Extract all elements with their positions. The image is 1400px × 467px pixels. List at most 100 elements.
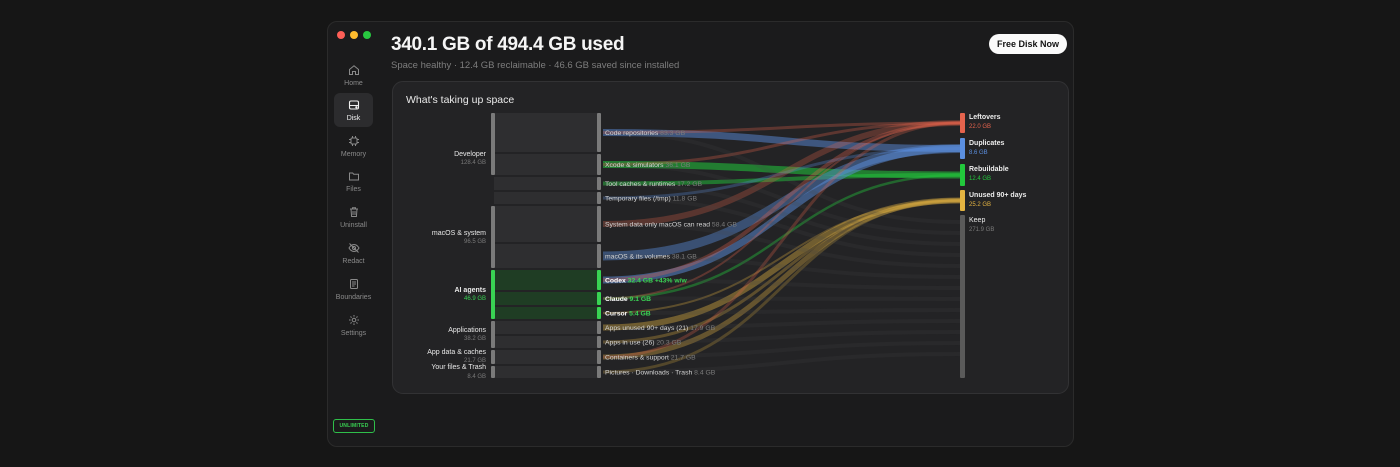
- sidebar-item-label: Boundaries: [335, 294, 372, 301]
- eye-off-icon: [347, 241, 361, 255]
- sidebar-item-memory[interactable]: Memory: [334, 129, 373, 163]
- detail-codex-label: Codex 32.4 GB +43% w/w: [605, 277, 688, 284]
- detail-tool-caches-runtimes-label: Tool caches & runtimes 17.2 GB: [605, 181, 703, 188]
- sankey-band: [494, 192, 599, 204]
- sidebar-item-home[interactable]: Home: [334, 58, 373, 92]
- outcome-keep-label: Keep: [969, 217, 985, 224]
- sankey-band: [494, 350, 599, 364]
- detail-node-bar: [597, 154, 601, 175]
- source-developer-size: 128.4 GB: [461, 160, 486, 166]
- outcome-node-bar: [960, 215, 965, 378]
- sankey-band: [494, 307, 599, 319]
- detail-node-bar: [597, 366, 601, 378]
- outcome-leftovers-size: 22.0 GB: [969, 124, 991, 130]
- outcome-rebuildable-label: Rebuildable: [969, 166, 1009, 173]
- gear-icon: [347, 313, 361, 327]
- outcome-leftovers-label: Leftovers: [969, 114, 1001, 121]
- trash-icon: [347, 205, 361, 219]
- sankey-band: [494, 113, 599, 152]
- sidebar-item-settings[interactable]: Settings: [334, 308, 373, 342]
- detail-node-bar: [597, 270, 601, 290]
- space-breakdown-panel: What's taking up space Developer 128.4 GB…: [392, 81, 1069, 394]
- outcome-node-bar: [960, 190, 965, 211]
- sidebar-item-label: Memory: [340, 151, 367, 158]
- source-node-bar: [491, 366, 495, 378]
- detail-code-repositories-label: Code repositories 83.3 GB: [605, 130, 686, 137]
- detail-xcode-simulators-label: Xcode & simulators 36.1 GB: [605, 162, 691, 169]
- detail-node-bar: [597, 321, 601, 334]
- outcome-duplicates-label: Duplicates: [969, 140, 1005, 147]
- sankey-band: [494, 206, 599, 242]
- detail-temporary-files-tmp-label: Temporary files (/tmp) 11.8 GB: [605, 195, 698, 202]
- source-node-bar: [491, 113, 495, 175]
- source-node-bar: [491, 206, 495, 268]
- sankey-flow: [602, 308, 961, 315]
- outcome-node-bar: [960, 113, 965, 133]
- sidebar: Home Disk Memory Files Uninstall Redact …: [328, 22, 378, 446]
- sankey-band: [494, 270, 599, 290]
- outcome-node-bar: [960, 164, 965, 186]
- sankey-band: [494, 244, 599, 268]
- sidebar-item-label: Uninstall: [340, 222, 367, 229]
- sankey-band: [494, 154, 599, 175]
- outcome-node-bar: [960, 138, 965, 159]
- memory-icon: [347, 134, 361, 148]
- outcome-rebuildable-size: 12.4 GB: [969, 176, 991, 182]
- sidebar-item-label: Home: [344, 80, 363, 87]
- detail-node-bar: [597, 244, 601, 268]
- source-macos-system-label: macOS & system: [432, 230, 486, 237]
- folder-icon: [347, 169, 361, 183]
- source-node-bar: [491, 270, 495, 319]
- source-ai-agents-label: AI agents: [454, 287, 486, 294]
- sidebar-item-disk[interactable]: Disk: [334, 93, 373, 127]
- detail-cursor-label: Cursor 5.4 GB: [605, 310, 651, 317]
- source-applications-size: 38.2 GB: [464, 336, 486, 342]
- source-node-bar: [491, 350, 495, 364]
- sidebar-item-boundaries[interactable]: Boundaries: [334, 272, 373, 306]
- app-window: Home Disk Memory Files Uninstall Redact …: [327, 21, 1074, 447]
- source-ai-agents-size: 46.9 GB: [464, 296, 486, 302]
- sidebar-item-label: Redact: [342, 258, 365, 265]
- detail-node-bar: [597, 206, 601, 242]
- detail-node-bar: [597, 307, 601, 319]
- sidebar-item-redact[interactable]: Redact: [334, 236, 373, 270]
- outcome-unused-90-days-size: 25.2 GB: [969, 202, 991, 208]
- sidebar-item-label: Disk: [346, 115, 361, 122]
- detail-apps-unused-90-days-21-label: Apps unused 90+ days (21) 17.9 GB: [605, 325, 716, 332]
- detail-pictures-downloads-trash-label: Pictures · Downloads · Trash 8.4 GB: [605, 369, 716, 376]
- sankey-band: [494, 336, 599, 348]
- source-node-bar: [491, 321, 495, 348]
- sidebar-item-label: Settings: [340, 330, 367, 337]
- detail-node-bar: [597, 292, 601, 305]
- sankey-flow: [602, 181, 961, 246]
- page-subtitle: Space healthy · 12.4 GB reclaimable · 46…: [391, 60, 680, 71]
- detail-containers-support-label: Containers & support 21.7 GB: [605, 354, 696, 361]
- outcome-unused-90-days-label: Unused 90+ days: [969, 192, 1026, 199]
- detail-claude-label: Claude 9.1 GB: [605, 296, 651, 303]
- sankey-band: [494, 321, 599, 334]
- source-macos-system-size: 96.5 GB: [464, 239, 486, 245]
- sankey-diagram: Developer 128.4 GB macOS & system 96.5 GB AI…: [427, 113, 1026, 380]
- detail-node-bar: [597, 113, 601, 152]
- sankey-band: [494, 292, 599, 305]
- sidebar-item-uninstall[interactable]: Uninstall: [334, 200, 373, 234]
- detail-apps-in-use-26-label: Apps in use (26) 20.3 GB: [605, 339, 682, 346]
- free-disk-button[interactable]: Free Disk Now: [989, 34, 1067, 54]
- detail-node-bar: [597, 350, 601, 364]
- source-your-files-trash-size: 8.4 GB: [467, 374, 486, 380]
- source-your-files-trash-label: Your files & Trash: [431, 364, 486, 371]
- sankey-band: [494, 366, 599, 378]
- source-applications-label: Applications: [448, 327, 486, 334]
- outcome-duplicates-size: 8.6 GB: [969, 150, 988, 156]
- sidebar-item-label: Files: [346, 186, 361, 193]
- detail-node-bar: [597, 192, 601, 204]
- outcome-keep-size: 271.9 GB: [969, 227, 994, 233]
- sidebar-item-files[interactable]: Files: [334, 164, 373, 198]
- detail-macos-its-volumes-label: macOS & its volumes 38.1 GB: [605, 253, 697, 260]
- page-title: 340.1 GB of 494.4 GB used: [391, 34, 625, 55]
- detail-node-bar: [597, 177, 601, 190]
- plan-badge: UNLIMITED: [333, 419, 375, 433]
- disk-icon: [347, 98, 361, 112]
- document-icon: [347, 277, 361, 291]
- detail-system-data-only-macos-can-read-label: System data only macOS can read 58.4 GB: [605, 221, 737, 228]
